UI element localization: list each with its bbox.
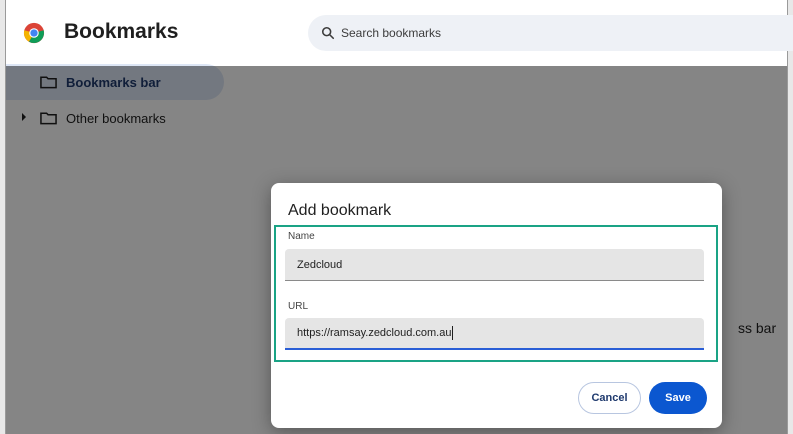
text-caret [452, 326, 454, 340]
app-title: Bookmarks [64, 20, 179, 43]
search-input[interactable]: Search bookmarks [308, 15, 793, 51]
header: Bookmarks Search bookmarks [6, 0, 793, 66]
save-button[interactable]: Save [649, 382, 707, 414]
dialog-title: Add bookmark [288, 202, 392, 219]
url-label: URL [288, 301, 309, 312]
window-frame-right [787, 0, 793, 434]
search-placeholder: Search bookmarks [341, 26, 442, 40]
search-icon [321, 26, 335, 40]
name-label: Name [288, 231, 315, 242]
url-field-value: https://ramsay.zedcloud.com.au [297, 327, 452, 339]
name-field[interactable]: Zedcloud [285, 249, 704, 281]
url-field[interactable]: https://ramsay.zedcloud.com.au [285, 318, 704, 350]
add-bookmark-dialog: Add bookmark Name Zedcloud URL https://r… [271, 183, 722, 428]
cancel-button[interactable]: Cancel [578, 382, 641, 414]
chrome-logo-icon [23, 22, 45, 44]
name-field-value: Zedcloud [297, 258, 343, 271]
